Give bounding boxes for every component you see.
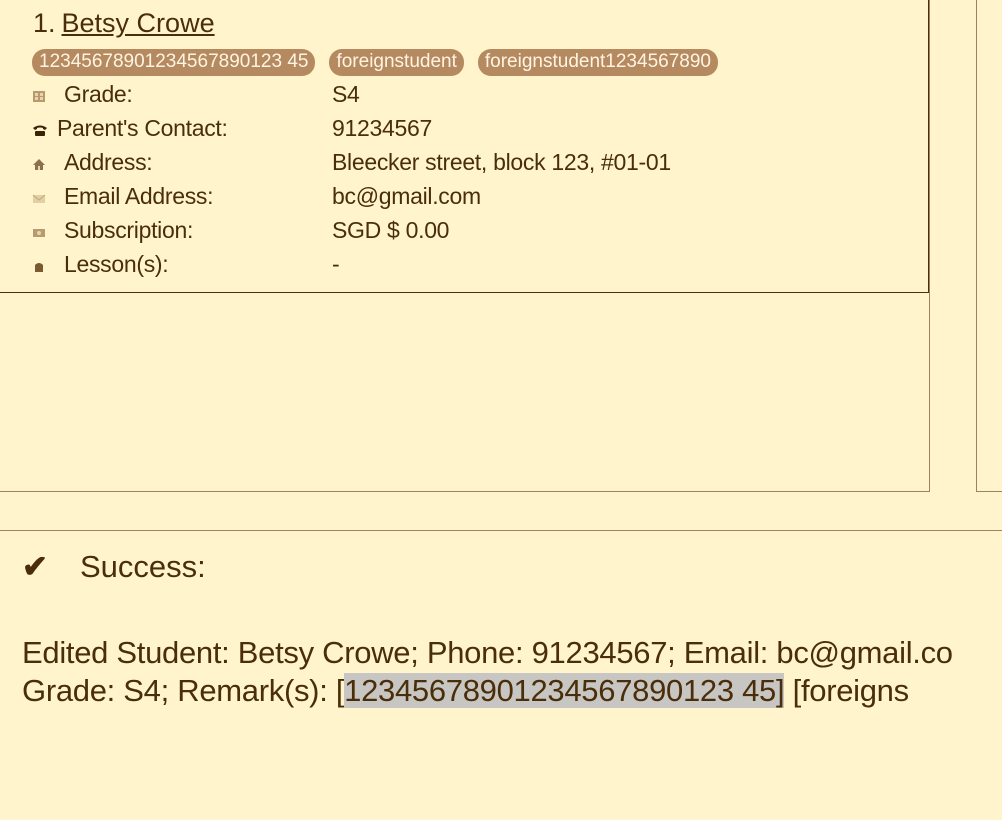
remark-tag: foreignstudent (329, 49, 464, 76)
phone-icon (32, 124, 47, 137)
student-card-header: 1. Betsy Crowe (33, 8, 215, 39)
parent-contact-label: Parent's Contact: (57, 115, 228, 141)
grade-row: Grade: S4 (30, 81, 910, 111)
remark-tags: 12345678901234567890123 45 foreignstuden… (32, 49, 718, 76)
selected-text-highlight: 12345678901234567890123 45] (344, 673, 785, 708)
lessons-label: Lesson(s): (64, 251, 169, 277)
lesson-icon (32, 260, 46, 273)
student-name: Betsy Crowe (61, 8, 215, 38)
side-panel[interactable] (976, 0, 1002, 492)
email-label: Email Address: (64, 183, 214, 209)
home-icon (32, 158, 46, 171)
student-card[interactable]: 1. Betsy Crowe 12345678901234567890123 45… (0, 0, 929, 293)
email-value: bc@gmail.com (332, 183, 481, 209)
result-line-1: Edited Student: Betsy Crowe; Phone: 9123… (22, 635, 953, 670)
result-line-2: Grade: S4; Remark(s): [12345678901234567… (22, 673, 909, 709)
remark-tag: 12345678901234567890123 45 (32, 49, 316, 76)
success-header: ✔ Success: (22, 549, 206, 585)
grade-icon (32, 90, 46, 103)
success-label: Success: (80, 549, 206, 584)
student-list-panel[interactable]: 1. Betsy Crowe 12345678901234567890123 45… (0, 0, 930, 492)
subscription-label: Subscription: (64, 217, 194, 243)
result-display[interactable]: ✔ Success: Edited Student: Betsy Crowe; P… (0, 530, 1002, 820)
email-icon (32, 192, 46, 205)
remark-tag: foreignstudent1234567890 (477, 49, 718, 76)
email-row: Email Address: bc@gmail.com (30, 183, 910, 213)
parent-contact-value: 91234567 (332, 115, 432, 141)
grade-label: Grade: (64, 81, 133, 107)
address-label: Address: (64, 149, 153, 175)
student-index: 1. (33, 8, 56, 38)
checkmark-icon: ✔ (22, 549, 48, 584)
address-value: Bleecker street, block 123, #01-01 (332, 149, 671, 175)
address-row: Address: Bleecker street, block 123, #01… (30, 149, 910, 179)
lessons-row: Lesson(s): - (30, 251, 910, 281)
subscription-row: Subscription: SGD $ 0.00 (30, 217, 910, 247)
result-line-2-prefix: Grade: S4; Remark(s): [ (22, 673, 345, 708)
app-window: 1. Betsy Crowe 12345678901234567890123 45… (0, 0, 1002, 820)
parent-contact-row: Parent's Contact: 91234567 (30, 115, 910, 145)
subscription-icon (32, 226, 46, 239)
lessons-value: - (332, 251, 340, 277)
result-line-2-suffix: [foreigns (784, 673, 910, 708)
subscription-value: SGD $ 0.00 (332, 217, 450, 243)
grade-value: S4 (332, 81, 360, 107)
highlighted-remark: 12345678901234567890123 45 (344, 673, 776, 708)
